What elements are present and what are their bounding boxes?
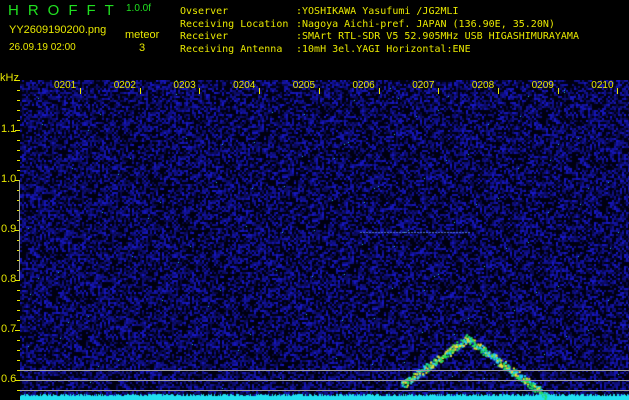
axes [15,80,629,391]
time-label: 0201 [54,80,77,91]
y-label: 1.0 [1,173,17,185]
time-label: 0204 [233,80,256,91]
y-label: 0.9 [1,223,17,235]
y-label: 0.6 [1,373,17,385]
time-label: 0208 [471,80,495,91]
time-label: 0210 [591,80,614,91]
y-label: 0.8 [1,273,17,285]
time-label: 0202 [113,80,136,91]
time-label: 0203 [173,80,196,91]
time-label: 0209 [531,80,554,91]
time-label: 0205 [292,80,316,91]
time-label: 0207 [412,80,435,91]
time-label: 0206 [352,80,375,91]
y-label: 1.1 [1,123,17,135]
y-label: 0.7 [1,323,17,335]
